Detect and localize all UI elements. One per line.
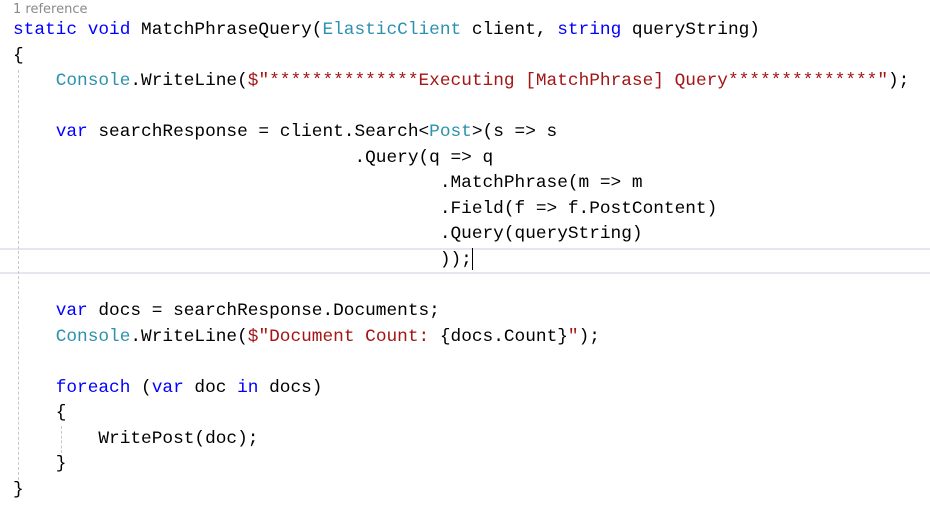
code-editor[interactable]: static void MatchPhraseQuery(ElasticClie… [13, 18, 909, 503]
code-line[interactable]: var docs = searchResponse.Documents; [13, 299, 909, 325]
keyword-token: foreach [55, 377, 131, 398]
code-token: .WriteLine( [130, 326, 248, 347]
code-token: )); [439, 249, 472, 270]
code-line[interactable]: )); [13, 248, 909, 274]
code-line[interactable] [13, 95, 909, 121]
code-token: >(s => s [471, 122, 558, 143]
code-token: docs) [258, 377, 323, 398]
code-token: {docs.Count} [439, 326, 568, 347]
code-line[interactable]: static void MatchPhraseQuery(ElasticClie… [13, 18, 909, 44]
code-token: searchResponse = client.Search< [87, 122, 430, 143]
code-line[interactable]: var searchResponse = client.Search<Post>… [13, 120, 909, 146]
code-token: .WriteLine( [130, 71, 248, 92]
code-token: .Query(queryString) [439, 224, 643, 245]
code-line[interactable] [13, 350, 909, 376]
code-line[interactable]: { [13, 44, 909, 70]
code-token: ( [130, 377, 152, 398]
code-token: doc [183, 377, 238, 398]
code-line[interactable]: .Query(queryString) [13, 222, 909, 248]
text-caret [471, 248, 473, 271]
type-token: Post [429, 122, 472, 143]
string-token: " [567, 326, 579, 347]
code-token: { [13, 45, 24, 66]
code-token: .Field(f => f.PostContent) [439, 198, 718, 219]
keyword-token: var [55, 122, 88, 143]
code-line[interactable]: .Query(q => q [13, 146, 909, 172]
code-line[interactable]: Console.WriteLine($"**************Execut… [13, 69, 910, 95]
code-token: .Query(q => q [354, 147, 494, 168]
code-token: ); [888, 71, 910, 92]
code-line[interactable] [13, 273, 909, 299]
code-line[interactable]: { [13, 401, 909, 427]
code-token: WritePost(doc); [98, 428, 259, 449]
code-token: MatchPhraseQuery( [141, 20, 323, 40]
code-token: } [55, 454, 67, 475]
codelens-references[interactable]: 1 reference [13, 2, 87, 17]
string-token: $"Document Count: [247, 326, 440, 347]
keyword-token: var [55, 301, 88, 322]
code-token: ); [578, 326, 600, 347]
keyword-token: string [557, 20, 622, 40]
keyword-token: var [151, 377, 184, 398]
code-token: { [55, 403, 67, 424]
keyword-token: static void [13, 20, 142, 40]
type-token: Console [55, 326, 131, 347]
code-line[interactable]: foreach (var doc in docs) [13, 376, 909, 402]
code-token: } [13, 479, 24, 500]
code-token: client, [461, 20, 558, 40]
type-token: Console [55, 71, 131, 92]
code-token: queryString) [621, 20, 760, 40]
keyword-token: in [237, 377, 259, 398]
code-line[interactable]: WritePost(doc); [13, 427, 909, 453]
code-token: docs = searchResponse.Documents; [87, 301, 440, 322]
code-line[interactable]: .MatchPhrase(m => m [13, 171, 909, 197]
string-token: $"**************Executing [MatchPhrase] … [247, 71, 889, 92]
code-line[interactable]: .Field(f => f.PostContent) [13, 197, 909, 223]
code-line[interactable]: } [13, 478, 909, 504]
code-line[interactable]: } [13, 452, 909, 478]
type-token: ElasticClient [322, 20, 462, 40]
code-token: .MatchPhrase(m => m [439, 173, 643, 194]
code-line[interactable]: Console.WriteLine($"Document Count: {doc… [13, 325, 909, 351]
